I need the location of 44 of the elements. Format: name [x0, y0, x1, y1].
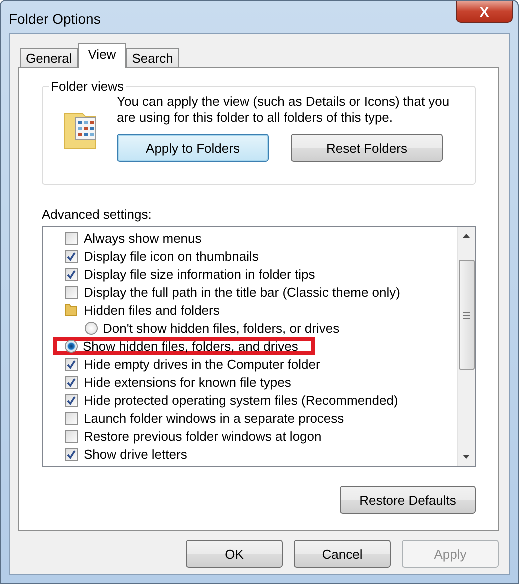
setting-label: Display file icon on thumbnails [84, 248, 259, 264]
reset-folders-button[interactable]: Reset Folders [291, 134, 443, 162]
scroll-up-icon[interactable] [463, 234, 470, 238]
tab[interactable]: Search [126, 48, 180, 67]
checkbox[interactable] [65, 412, 78, 424]
checkbox[interactable] [65, 358, 78, 370]
description-text: You can apply the view (such as Details or Icons) that you are using for this folder to all folders of this type. [117, 94, 451, 126]
tab[interactable]: View [78, 43, 126, 68]
close-button[interactable]: X [456, 1, 513, 23]
checkbox[interactable] [65, 286, 78, 298]
scroll-thumb[interactable] [458, 260, 474, 370]
setting-label: Launch folder windows in a separate process [84, 410, 344, 426]
folder-icon [65, 304, 78, 316]
group-title: Folder views [50, 79, 125, 94]
grip-icon [463, 312, 470, 318]
checkbox[interactable] [65, 232, 78, 244]
checkbox[interactable] [65, 430, 78, 442]
scroll-down-icon[interactable] [463, 455, 470, 459]
group-label: Hidden files and folders [84, 302, 220, 318]
radio-button[interactable] [65, 340, 78, 352]
tab[interactable]: General [20, 48, 78, 67]
setting-label: Don't show hidden files, folders, or drives [103, 320, 340, 336]
setting-label: Show drive letters [84, 446, 188, 462]
checkbox[interactable] [65, 268, 78, 280]
cancel-button[interactable]: Cancel [294, 540, 391, 568]
ok-button[interactable]: OK [186, 540, 283, 568]
setting-label: Display file size information in folder tips [84, 266, 316, 282]
setting-label: Hide protected operating system files (Recommended) [84, 392, 398, 408]
checkbox[interactable] [65, 376, 78, 388]
setting-label: Hide empty drives in the Computer folder [84, 356, 320, 372]
checkbox[interactable] [65, 250, 78, 262]
setting-label: Show hidden files, folders, and drives [83, 338, 298, 354]
scrollbar[interactable] [457, 227, 475, 466]
apply-to-folders-button[interactable]: Apply to Folders [117, 134, 269, 162]
window-title: Folder Options [9, 11, 101, 27]
checkbox[interactable] [65, 394, 78, 406]
setting-label: Hide extensions for known file types [84, 374, 292, 390]
checkbox[interactable] [65, 448, 78, 460]
radio-button[interactable] [85, 322, 98, 334]
setting-label: Restore previous folder windows at logon [84, 428, 322, 444]
setting-label: Display the full path in the title bar (Classic theme only) [84, 284, 400, 300]
restore-defaults-button[interactable]: Restore Defaults [340, 486, 476, 514]
setting-label: Always show menus [84, 230, 202, 246]
advanced-settings-label: Advanced settings: [42, 207, 153, 222]
